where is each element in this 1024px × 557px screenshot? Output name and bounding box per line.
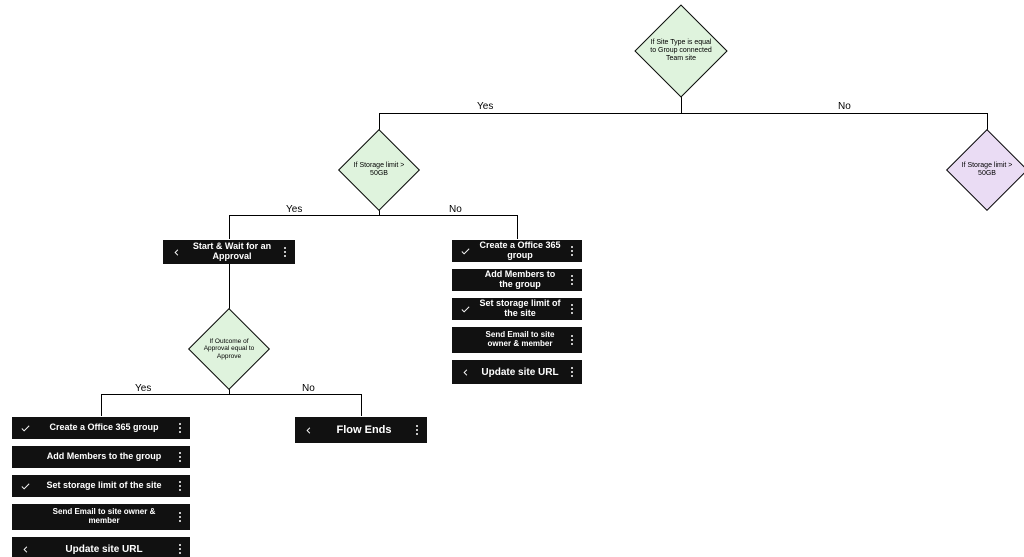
- flowchart-canvas: If Site Type is equal to Group connected…: [0, 0, 1024, 557]
- connector-line: [229, 263, 230, 314]
- chevron-left-icon: [16, 537, 34, 557]
- action-label: Create a Office 365 group: [34, 423, 174, 433]
- connector-line: [101, 394, 102, 416]
- action-label: Send Email to site owner & member: [34, 508, 174, 526]
- branch-label-no: No: [302, 383, 315, 394]
- more-icon: [174, 452, 186, 462]
- branch-label-yes: Yes: [477, 101, 493, 112]
- more-icon: [566, 275, 578, 285]
- action-label: Set storage limit of the site: [474, 299, 566, 319]
- check-icon: [16, 475, 34, 497]
- more-icon: [566, 304, 578, 314]
- icon-blank: [456, 269, 474, 291]
- action-label: Send Email to site owner & member: [474, 331, 566, 349]
- action-flow-ends[interactable]: Flow Ends: [295, 417, 427, 443]
- more-icon: [174, 544, 186, 554]
- branch-label-yes: Yes: [135, 383, 151, 394]
- decision-label: If Storage limit > 50GB: [350, 162, 408, 178]
- icon-blank: [16, 504, 34, 530]
- action-label: Create a Office 365 group: [474, 241, 566, 261]
- connector-line: [229, 215, 517, 216]
- action-create-group[interactable]: Create a Office 365 group: [452, 240, 582, 262]
- check-icon: [456, 240, 474, 262]
- connector-line: [361, 394, 362, 416]
- decision-label: If Outcome of Approval equal to Approve: [200, 338, 258, 360]
- decision-label: If Site Type is equal to Group connected…: [648, 39, 714, 63]
- icon-blank: [16, 446, 34, 468]
- connector-line: [379, 113, 988, 114]
- more-icon: [174, 481, 186, 491]
- action-label: Add Members to the group: [34, 452, 174, 462]
- action-send-email[interactable]: Send Email to site owner & member: [452, 327, 582, 353]
- action-label: Add Members to the group: [474, 270, 566, 290]
- action-set-storage[interactable]: Set storage limit of the site: [12, 475, 190, 497]
- action-label: Set storage limit of the site: [34, 481, 174, 491]
- more-icon: [174, 512, 186, 522]
- more-icon: [566, 367, 578, 377]
- action-label: Update site URL: [474, 367, 566, 378]
- action-label: Flow Ends: [317, 424, 411, 436]
- connector-line: [229, 215, 230, 239]
- action-update-url[interactable]: Update site URL: [452, 360, 582, 384]
- action-start-wait-approval[interactable]: Start & Wait for an Approval: [163, 240, 295, 264]
- branch-label-no: No: [838, 101, 851, 112]
- check-icon: [456, 298, 474, 320]
- more-icon: [174, 423, 186, 433]
- more-icon: [279, 247, 291, 257]
- more-icon: [566, 246, 578, 256]
- more-icon: [566, 335, 578, 345]
- action-add-members[interactable]: Add Members to the group: [452, 269, 582, 291]
- chevron-left-icon: [167, 240, 185, 264]
- branch-label-yes: Yes: [286, 204, 302, 215]
- action-create-group[interactable]: Create a Office 365 group: [12, 417, 190, 439]
- connector-line: [101, 394, 361, 395]
- connector-line: [517, 215, 518, 239]
- chevron-left-icon: [456, 360, 474, 384]
- decision-storage-yes-branch: If Storage limit > 50GB: [350, 141, 408, 199]
- action-add-members[interactable]: Add Members to the group: [12, 446, 190, 468]
- decision-storage-no-branch: If Storage limit > 50GB: [958, 141, 1016, 199]
- action-label: Update site URL: [34, 544, 174, 555]
- action-label: Start & Wait for an Approval: [185, 242, 279, 262]
- action-update-url[interactable]: Update site URL: [12, 537, 190, 557]
- more-icon: [411, 425, 423, 435]
- icon-blank: [456, 327, 474, 353]
- decision-approval-outcome: If Outcome of Approval equal to Approve: [200, 320, 258, 378]
- decision-label: If Storage limit > 50GB: [958, 162, 1016, 178]
- decision-site-type: If Site Type is equal to Group connected…: [648, 18, 714, 84]
- check-icon: [16, 417, 34, 439]
- action-send-email[interactable]: Send Email to site owner & member: [12, 504, 190, 530]
- action-set-storage[interactable]: Set storage limit of the site: [452, 298, 582, 320]
- branch-label-no: No: [449, 204, 462, 215]
- chevron-left-icon: [299, 417, 317, 443]
